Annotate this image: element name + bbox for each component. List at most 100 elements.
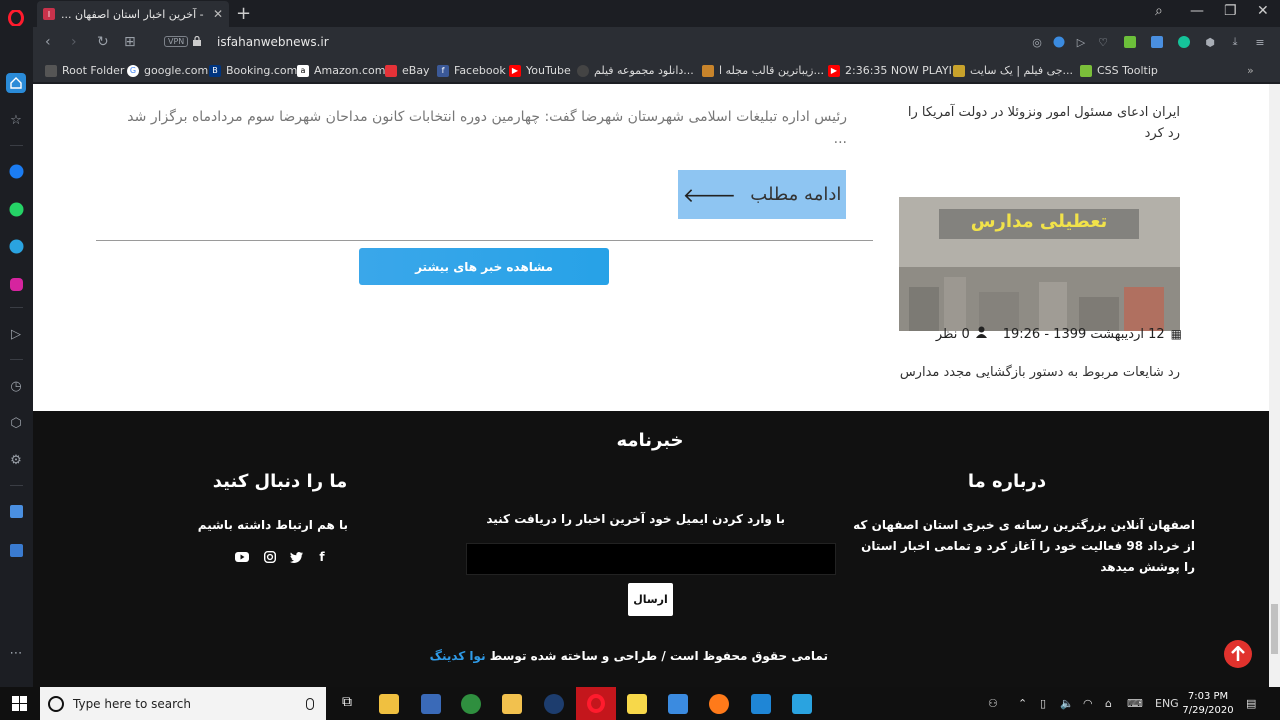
calendar-icon: ▦ [1170,327,1182,341]
scroll-to-top-button[interactable] [1224,640,1252,668]
telegram-taskbar-icon[interactable] [792,694,812,714]
instagram-icon[interactable] [6,274,26,294]
speed-dial-icon[interactable] [6,73,26,93]
vpn-badge[interactable]: VPN [164,36,189,47]
more-news-button[interactable]: مشاهده خبر های بیشتر [359,248,609,285]
bookmark-youtube[interactable]: ▶ YouTube [509,63,571,78]
lock-icon [193,36,201,46]
facebook-social-icon[interactable]: f [315,550,329,564]
telegram-icon[interactable] [6,236,26,256]
tab-active[interactable]: ا - آخرین اخبار استان اصفهان ... ✕ [37,1,229,27]
sidebar-headline[interactable]: ایران ادعای مسئول امور ونزوئلا در دولت آ… [893,102,1180,144]
download-icon[interactable]: ⤓ [1228,35,1242,49]
people-icon[interactable]: ⚇ [988,697,998,710]
comments-count: 0 نظر [935,326,970,342]
youtube-social-icon[interactable] [235,550,249,564]
close-window-icon[interactable]: ✕ [1257,3,1269,19]
send-icon[interactable]: ▷ [1074,35,1088,49]
app-icon-1[interactable] [421,694,441,714]
more-icon[interactable]: ⋯ [6,643,26,663]
whatsapp-icon[interactable] [6,199,26,219]
clock[interactable]: 7:03 PM 7/29/2020 [1176,690,1240,718]
bookmark-now-playing[interactable]: ▶ 2:36:35 NOW PLAYI... [828,63,962,78]
back-icon[interactable]: ‹ [45,34,51,50]
bookmark-booking[interactable]: B Booking.com [209,63,297,78]
read-more-button[interactable]: ادامه مطلب 🡐 [678,170,846,219]
bookmark-root-folder[interactable]: Root Folder [45,63,124,78]
bookmark-magazine-theme[interactable]: زیباترین قالب مجله ا... [702,63,824,78]
about-text: اصفهان آنلاین بزرگترین رسانه ی خبری استا… [853,518,1195,574]
shield-icon[interactable] [1052,35,1066,49]
app-icon-2[interactable] [544,694,564,714]
sticky-notes-icon[interactable] [627,694,647,714]
settings-icon[interactable]: ⚙ [6,450,26,470]
search-tabs-icon[interactable]: ⌕ [1155,3,1163,19]
reload-icon[interactable]: ↻ [97,34,109,50]
forward-icon[interactable]: › [71,34,77,50]
windows-start-icon[interactable] [12,696,27,711]
scrollbar-thumb[interactable] [1271,604,1278,654]
bookmark-ebay[interactable]: eBay [385,63,430,78]
brand-link[interactable]: نوا کدینگ [430,649,486,663]
youtube-icon: ▶ [509,64,521,77]
translate-2-icon[interactable] [6,540,26,560]
camera-icon[interactable]: ◎ [1030,35,1044,49]
file-explorer-icon[interactable] [502,694,522,714]
copyright-text: تمامی حقوق محفوظ است / طراحی و ساخته شده… [489,649,828,663]
mail-icon[interactable] [668,694,688,714]
store-icon[interactable] [379,694,399,714]
new-tab-icon[interactable]: + [236,3,251,24]
bookmarks-overflow-icon[interactable]: » [1247,63,1254,78]
microphone-icon[interactable] [306,697,314,710]
messenger-icon[interactable] [6,161,26,181]
send-flow-icon[interactable]: ▷ [6,324,26,344]
opera-logo-icon[interactable] [6,8,26,28]
instagram-social-icon[interactable] [263,550,277,564]
keyboard-icon[interactable]: ⌨ [1127,697,1143,710]
email-input[interactable] [466,543,836,575]
network-icon[interactable]: ⌂ [1105,697,1112,710]
film-icon [577,64,589,77]
translate-icon[interactable] [6,501,26,521]
battery-icon[interactable]: ▯ [1040,697,1046,710]
news-thumbnail[interactable]: تعطیلی مدارس [899,197,1180,331]
page-scrollbar[interactable] [1269,84,1280,687]
bookmarks-icon[interactable]: ☆ [6,110,26,130]
extension-blue-icon[interactable] [1150,35,1164,49]
history-icon[interactable]: ◷ [6,376,26,396]
minimize-icon[interactable]: — [1190,3,1204,19]
extensions-icon[interactable]: ⬡ [6,413,26,433]
arrow-left-icon: 🡐 [682,182,737,207]
heart-icon[interactable]: ♡ [1096,35,1110,49]
bookmark-facebook[interactable]: f Facebook [437,63,506,78]
firefox-icon[interactable] [709,694,729,714]
url-field[interactable]: isfahanwebnews.ir [217,35,329,49]
menu-icon[interactable]: ≡ [1253,35,1267,49]
grammarly-icon[interactable] [1177,35,1191,49]
bookmark-film-collection[interactable]: دانلود مجموعه فیلم... [577,63,694,78]
bookmark-css-tooltip[interactable]: CSS Tooltip [1080,63,1158,78]
bookmark-google[interactable]: Ggoogle.com [127,63,208,78]
restore-icon[interactable]: ❐ [1224,3,1237,19]
bookmark-gfilm[interactable]: جی فیلم | یک سایت... [953,63,1073,78]
notifications-icon[interactable]: ▤ [1246,697,1256,710]
ebay-icon [385,64,397,77]
wifi-icon[interactable]: ◠ [1083,697,1093,710]
box-icon[interactable]: ⬢ [1203,35,1217,49]
volume-icon[interactable]: 🔈 [1060,697,1074,710]
edge-icon[interactable] [461,694,481,714]
extension-green-icon[interactable] [1123,35,1137,49]
vscode-icon[interactable] [751,694,771,714]
screen: ☆ ▷ ◷ ⬡ ⚙ ⋯ ا - آخرین اخبار استان اصفهان… [0,0,1280,720]
folder-icon [45,64,57,77]
bookmark-amazon[interactable]: a Amazon.com [297,63,385,78]
taskbar-search[interactable]: Type here to search [40,687,326,720]
opera-taskbar-button[interactable] [576,687,616,720]
send-button[interactable]: ارسال [628,583,673,616]
task-view-icon[interactable]: ⧉ [337,694,357,714]
tray-chevron-icon[interactable]: ⌃ [1018,697,1027,710]
close-tab-icon[interactable]: ✕ [213,7,223,21]
twitter-social-icon[interactable] [289,550,303,564]
tabs-grid-icon[interactable]: ⊞ [124,34,136,50]
news-title[interactable]: رد شایعات مربوط به دستور بازگشایی مجدد م… [893,365,1180,380]
